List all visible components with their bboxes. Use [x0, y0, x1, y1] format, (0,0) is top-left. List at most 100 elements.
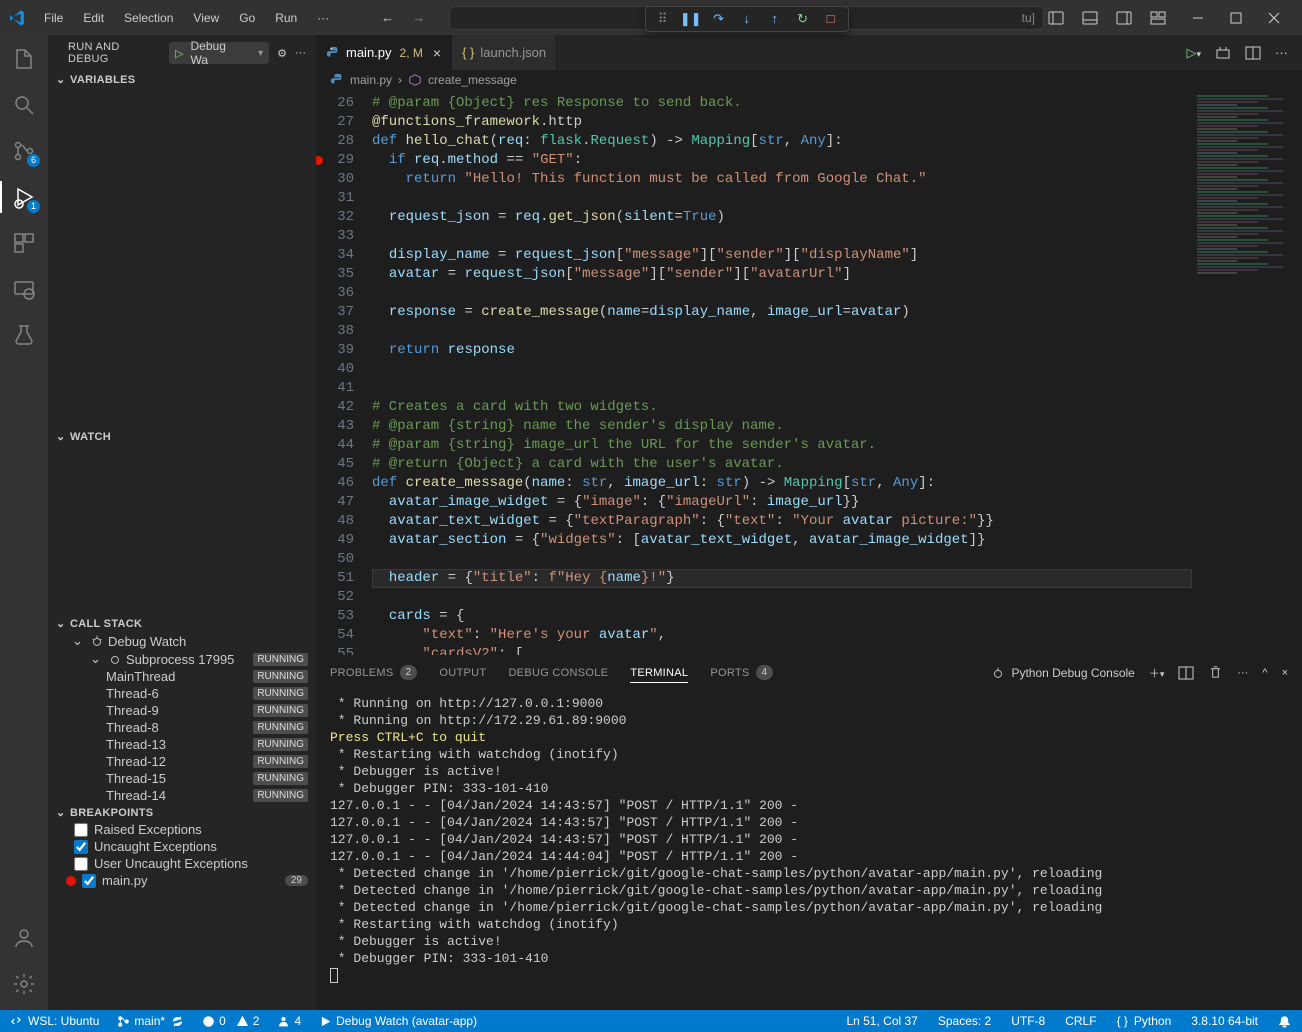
menu-selection[interactable]: Selection [116, 5, 181, 31]
testing-icon[interactable] [10, 321, 38, 349]
toggle-panel-bottom-icon[interactable] [1082, 10, 1098, 26]
status-eol[interactable]: CRLF [1062, 1014, 1099, 1028]
debug-stop-icon[interactable]: □ [822, 10, 840, 28]
panel-tab-terminal[interactable]: TERMINAL [630, 667, 688, 683]
panel-more-icon[interactable]: ··· [1237, 667, 1248, 679]
gear-icon[interactable]: ⚙ [277, 47, 287, 60]
close-tab-icon[interactable]: × [433, 45, 441, 61]
bug-icon [108, 652, 122, 666]
tab-launch-json[interactable]: { }launch.json [452, 35, 557, 70]
run-file-icon[interactable]: ▷▾ [1186, 45, 1201, 61]
status-problems[interactable]: 02 [199, 1014, 262, 1028]
status-cursor[interactable]: Ln 51, Col 37 [843, 1014, 920, 1028]
code-editor[interactable]: # @param {Object} res Response to send b… [372, 90, 1192, 655]
menu-run[interactable]: Run [267, 5, 305, 31]
callstack-thread[interactable]: Thread-12RUNNING [48, 753, 316, 770]
nav-forward-icon[interactable]: → [412, 10, 425, 25]
extensions-icon[interactable] [10, 229, 38, 257]
start-debug-icon[interactable]: ▷ [170, 47, 188, 60]
panel-tab-ports[interactable]: PORTS4 [710, 665, 773, 680]
status-notifications-icon[interactable] [1275, 1015, 1294, 1028]
status-encoding[interactable]: UTF-8 [1008, 1014, 1048, 1028]
close-panel-icon[interactable]: × [1282, 667, 1288, 679]
callstack-thread[interactable]: MainThreadRUNNING [48, 668, 316, 685]
status-spaces[interactable]: Spaces: 2 [935, 1014, 994, 1028]
watch-header[interactable]: ⌄WATCH [48, 428, 316, 445]
debug-step-into-icon[interactable]: ↓ [738, 10, 756, 28]
menu-file[interactable]: File [36, 5, 71, 31]
tab-main-py[interactable]: main.py2, M× [316, 35, 452, 70]
accounts-icon[interactable] [10, 924, 38, 952]
debug-restart-icon[interactable]: ↻ [794, 10, 812, 28]
explorer-icon[interactable] [10, 45, 38, 73]
menu-go[interactable]: Go [231, 5, 263, 31]
watch-body [48, 445, 316, 615]
debug-step-over-icon[interactable]: ↷ [710, 10, 728, 28]
source-control-icon[interactable]: 6 [10, 137, 38, 165]
bp-user-uncaught[interactable]: User Uncaught Exceptions [48, 855, 316, 872]
debug-pause-icon[interactable]: ❚❚ [682, 10, 700, 28]
kill-terminal-icon[interactable] [1208, 665, 1223, 680]
variables-header[interactable]: ⌄VARIABLES [48, 71, 316, 88]
bp-uncaught[interactable]: Uncaught Exceptions [48, 838, 316, 855]
status-lang[interactable]: { }Python [1114, 1014, 1175, 1028]
status-debug-target[interactable]: Debug Watch (avatar-app) [316, 1014, 480, 1028]
settings-gear-icon[interactable] [10, 970, 38, 998]
more-icon[interactable]: ··· [295, 47, 306, 59]
bp-file[interactable]: main.py29 [48, 872, 316, 889]
command-center[interactable]: ⠿ ❚❚ ↷ ↓ ↑ ↻ □ tu] [449, 6, 1044, 30]
split-editor-icon[interactable] [1245, 45, 1261, 61]
status-branch[interactable]: main* [114, 1014, 187, 1028]
remote-explorer-icon[interactable] [10, 275, 38, 303]
debug-alt-icon[interactable] [1215, 45, 1231, 61]
minimize-icon[interactable] [1190, 10, 1206, 26]
callstack-body: ⌄Debug Watch ⌄Subprocess 17995RUNNING Ma… [48, 632, 316, 804]
new-terminal-icon[interactable]: ＋▾ [1149, 665, 1165, 681]
debug-drag-icon[interactable]: ⠿ [654, 10, 672, 28]
callstack-thread[interactable]: Thread-8RUNNING [48, 719, 316, 736]
breadcrumb[interactable]: main.py› create_message [316, 70, 1302, 90]
panel-tab-debug-console[interactable]: DEBUG CONSOLE [508, 667, 608, 679]
debug-step-out-icon[interactable]: ↑ [766, 10, 784, 28]
status-remote[interactable]: WSL: Ubuntu [8, 1014, 102, 1028]
line-gutter[interactable]: 2627282930313233343536373839404142434445… [316, 90, 372, 655]
debug-badge: 1 [27, 200, 40, 213]
status-interpreter[interactable]: 3.8.10 64-bit [1188, 1014, 1261, 1028]
search-icon[interactable] [10, 91, 38, 119]
callstack-session[interactable]: ⌄Debug Watch [48, 632, 316, 650]
customize-layout-icon[interactable] [1150, 10, 1166, 26]
menu-edit[interactable]: Edit [75, 5, 112, 31]
terminal-kind[interactable]: Python Debug Console [991, 666, 1134, 680]
panel-tab-output[interactable]: OUTPUT [439, 667, 486, 679]
close-icon[interactable] [1266, 10, 1282, 26]
breakpoints-header[interactable]: ⌄BREAKPOINTS [48, 804, 316, 821]
toggle-panel-left-icon[interactable] [1048, 10, 1064, 26]
bottom-panel: PROBLEMS2 OUTPUT DEBUG CONSOLE TERMINAL … [316, 655, 1302, 1010]
callstack-subprocess[interactable]: ⌄Subprocess 17995RUNNING [48, 650, 316, 668]
callstack-thread[interactable]: Thread-14RUNNING [48, 787, 316, 804]
callstack-thread[interactable]: Thread-13RUNNING [48, 736, 316, 753]
minimap[interactable] [1192, 90, 1302, 655]
nav-back-icon[interactable]: ← [381, 10, 394, 25]
title-suffix: tu] [1022, 11, 1035, 25]
callstack-thread[interactable]: Thread-9RUNNING [48, 702, 316, 719]
callstack-thread[interactable]: Thread-6RUNNING [48, 685, 316, 702]
titlebar: File Edit Selection View Go Run ··· ← → … [0, 0, 1302, 35]
status-ports[interactable]: 4 [274, 1014, 304, 1028]
callstack-header[interactable]: ⌄CALL STACK [48, 615, 316, 632]
toggle-panel-right-icon[interactable] [1116, 10, 1132, 26]
terminal-output[interactable]: * Running on http://127.0.0.1:9000 * Run… [316, 689, 1302, 1010]
activity-bar: 6 1 [0, 35, 48, 1010]
menu-view[interactable]: View [185, 5, 227, 31]
bp-raised[interactable]: Raised Exceptions [48, 821, 316, 838]
debug-config-selector[interactable]: ▷ Debug Wa ▾ [169, 42, 269, 64]
split-terminal-icon[interactable] [1178, 665, 1194, 681]
maximize-panel-icon[interactable]: ^ [1262, 667, 1267, 679]
run-debug-icon[interactable]: 1 [10, 183, 38, 211]
chevron-down-icon[interactable]: ▾ [258, 48, 268, 59]
callstack-thread[interactable]: Thread-15RUNNING [48, 770, 316, 787]
panel-tab-problems[interactable]: PROBLEMS2 [330, 665, 417, 680]
menu-more[interactable]: ··· [309, 5, 337, 31]
tab-more-icon[interactable]: ··· [1275, 45, 1288, 60]
maximize-icon[interactable] [1228, 10, 1244, 26]
